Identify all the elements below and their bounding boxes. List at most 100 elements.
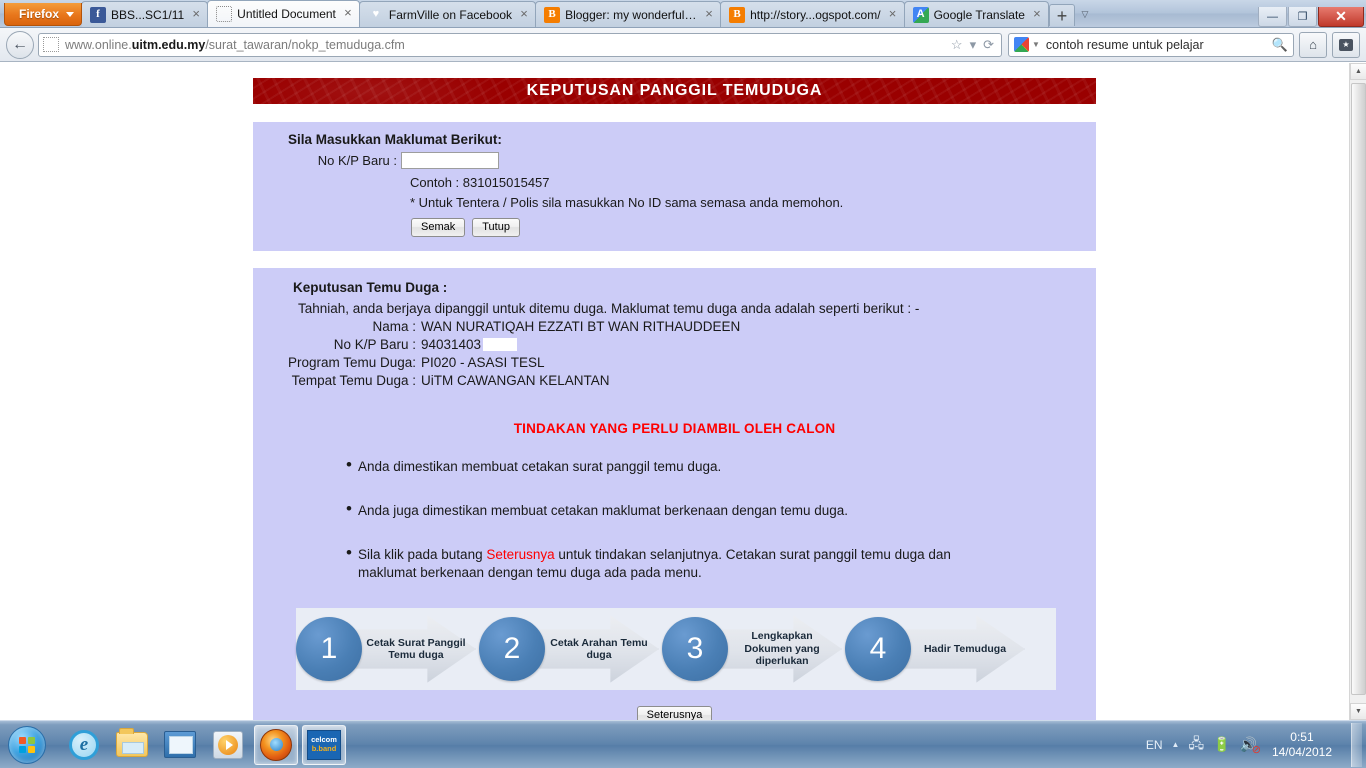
home-icon: ⌂ <box>1309 37 1317 52</box>
field-label: Nama : <box>372 319 416 334</box>
volume-muted-icon[interactable]: 🔊 <box>1240 736 1262 756</box>
result-intro: Tahniah, anda berjaya dipanggil untuk di… <box>298 301 920 316</box>
home-button[interactable]: ⌂ <box>1299 31 1327 58</box>
step-number: 2 <box>479 617 545 681</box>
site-identity-icon[interactable] <box>43 37 59 52</box>
tab-label: BBS...SC1/11 <box>111 7 185 22</box>
network-icon[interactable]: 🖧 <box>1188 733 1204 757</box>
new-tab-button[interactable]: + <box>1048 4 1075 26</box>
taskbar-paint[interactable] <box>158 725 202 765</box>
window-controls: — ❐ ✕ <box>1257 7 1366 27</box>
taskbar-media-player[interactable] <box>206 725 250 765</box>
tab-untitled-document[interactable]: Untitled Document × <box>207 0 360 27</box>
reload-icon[interactable]: ⟳ <box>983 37 994 53</box>
tab-blogger[interactable]: B Blogger: my wonderful li... × <box>535 1 722 27</box>
flow-step-2: 2 Cetak Arahan Temu duga <box>479 608 669 690</box>
windows-media-player-icon <box>213 730 243 759</box>
url-prefix: www.online. <box>65 37 132 52</box>
tab-label: FarmVille on Facebook <box>388 7 513 22</box>
scroll-down-icon[interactable]: ▼ <box>1350 703 1366 720</box>
google-icon[interactable] <box>1014 37 1029 52</box>
seterusnya-button[interactable]: Seterusnya <box>636 706 713 720</box>
firefox-menu-button[interactable]: Firefox <box>4 3 83 26</box>
address-bar-icons: ☆ ▾ ⟳ <box>951 37 997 53</box>
list-all-tabs-button[interactable]: ▽ <box>1075 3 1095 25</box>
form-heading: Sila Masukkan Maklumat Berikut: <box>288 132 502 147</box>
step-label: Lengkapkan Dokumen yang diperlukan <box>744 630 820 668</box>
tab-strip: Firefox f BBS...SC1/11 × Untitled Docume… <box>0 0 1366 28</box>
blank-document-icon <box>216 6 233 22</box>
chevron-down-icon[interactable]: ▾ <box>970 37 977 53</box>
flow-step-4: 4 Hadir Temuduga <box>845 608 1035 690</box>
ic-number-input[interactable] <box>401 152 499 169</box>
battery-icon[interactable]: 🔋 <box>1213 736 1230 753</box>
bookmark-star-icon[interactable]: ☆ <box>951 37 963 53</box>
step-number: 4 <box>845 617 911 681</box>
tab-label: Untitled Document <box>237 7 336 21</box>
bullet-icon: • <box>346 543 352 562</box>
bullet-text: Anda dimestikan membuat cetakan surat pa… <box>358 459 722 474</box>
list-item: • Sila klik pada butang Seterusnya untuk… <box>253 543 1096 582</box>
bullet-icon: • <box>346 499 352 518</box>
bookmarks-button[interactable]: ★ <box>1332 31 1360 58</box>
web-page: KEPUTUSAN PANGGIL TEMUDUGA Sila Masukkan… <box>0 63 1349 720</box>
clock[interactable]: 0:51 14/04/2012 <box>1266 730 1338 760</box>
taskbar-internet-explorer[interactable]: e <box>62 725 106 765</box>
show-hidden-icons-icon[interactable]: ▲ <box>1172 740 1180 749</box>
search-bar[interactable]: ▼ contoh resume untuk pelajar 🔍 <box>1008 32 1294 57</box>
result-field-row: Tempat Temu Duga : UiTM CAWANGAN KELANTA… <box>253 373 1096 388</box>
bullet-text: Anda juga dimestikan membuat cetakan mak… <box>358 503 849 518</box>
tab-bbs-sc1[interactable]: f BBS...SC1/11 × <box>82 1 209 27</box>
field-label: Program Temu Duga: <box>287 355 416 370</box>
page-banner: KEPUTUSAN PANGGIL TEMUDUGA <box>253 78 1096 104</box>
search-icon[interactable]: 🔍 <box>1272 37 1288 53</box>
paint-icon <box>164 731 196 758</box>
taskbar-windows-explorer[interactable] <box>110 725 154 765</box>
windows-logo-icon <box>8 725 46 764</box>
scroll-up-icon[interactable]: ▲ <box>1350 63 1366 80</box>
tutup-button[interactable]: Tutup <box>472 218 520 237</box>
chevron-down-icon <box>66 12 75 17</box>
chevron-down-icon: ▽ <box>1081 8 1089 19</box>
close-icon[interactable]: × <box>189 7 203 22</box>
address-bar[interactable]: www.online.uitm.edu.my/surat_tawaran/nok… <box>38 32 1002 57</box>
clock-date: 14/04/2012 <box>1271 744 1332 759</box>
search-input[interactable]: contoh resume untuk pelajar <box>1046 38 1272 52</box>
tab-farmville[interactable]: ♥ FarmVille on Facebook × <box>358 1 537 27</box>
close-icon[interactable]: × <box>1030 7 1044 22</box>
close-window-button[interactable]: ✕ <box>1318 7 1364 27</box>
seterusnya-highlight: Seterusnya <box>486 547 555 562</box>
taskbar-celcom-broadband[interactable]: celcom b.band <box>302 724 346 765</box>
next-button-row: Seterusnya <box>253 706 1096 720</box>
close-icon[interactable]: × <box>886 7 900 22</box>
close-icon[interactable]: × <box>517 7 531 22</box>
celcom-line2: b.band <box>311 743 337 753</box>
tab-label: http://story...ogspot.com/ <box>750 7 881 22</box>
tab-story-blogspot[interactable]: B http://story...ogspot.com/ × <box>720 1 905 27</box>
tab-google-translate[interactable]: A Google Translate × <box>903 1 1049 27</box>
show-desktop-button[interactable] <box>1351 722 1362 767</box>
language-indicator[interactable]: EN <box>1146 738 1163 752</box>
bullet-text-before: Sila klik pada butang <box>358 547 487 562</box>
start-button[interactable] <box>4 725 50 765</box>
field-label: No K/P Baru : <box>333 337 416 352</box>
ic-field-row: No K/P Baru : <box>253 152 1096 169</box>
field-value: UiTM CAWANGAN KELANTAN <box>421 373 610 388</box>
google-translate-icon: A <box>912 6 929 23</box>
ic-example-text: Contoh : 831015015457 <box>410 175 550 190</box>
scrollbar-thumb[interactable] <box>1351 83 1366 695</box>
form-buttons: Semak Tutup <box>411 218 1096 237</box>
taskbar-firefox[interactable] <box>254 724 298 765</box>
step-label: Cetak Arahan Temu duga <box>550 636 648 662</box>
back-button[interactable]: ← <box>6 30 34 59</box>
close-icon[interactable]: × <box>702 7 716 22</box>
close-icon[interactable]: × <box>341 6 355 21</box>
restore-button[interactable]: ❐ <box>1288 7 1317 27</box>
semak-button[interactable]: Semak <box>411 218 466 237</box>
page-scrollbar[interactable]: ▲ ▼ <box>1349 63 1366 720</box>
plus-icon: + <box>1056 5 1068 26</box>
chevron-down-icon[interactable]: ▼ <box>1032 40 1040 49</box>
minimize-button[interactable]: — <box>1258 7 1287 27</box>
minimize-icon: — <box>1267 10 1278 23</box>
result-heading: Keputusan Temu Duga : <box>293 280 448 295</box>
